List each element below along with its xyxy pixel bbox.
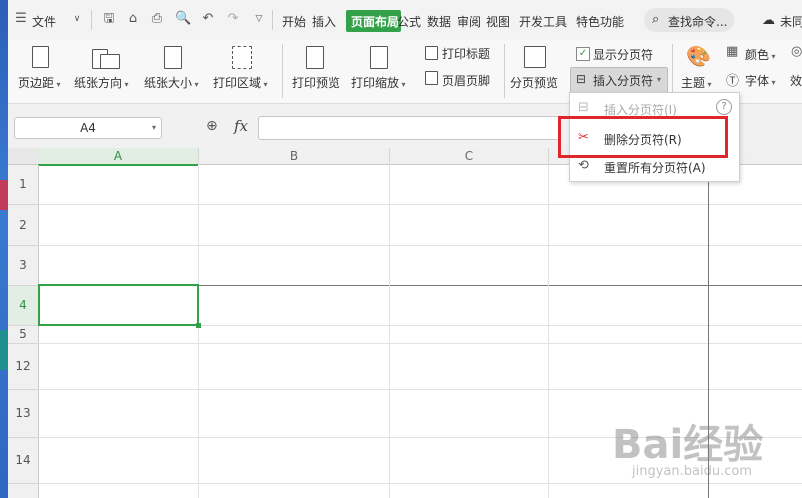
tab-insert[interactable]: 插入	[312, 13, 336, 30]
paper-size-button[interactable]: 纸张大小 ▾	[144, 74, 199, 91]
cloud-icon[interactable]: ☁	[762, 13, 775, 28]
print-preview-large-icon[interactable]	[306, 46, 324, 69]
row-header-5[interactable]: 5	[8, 326, 39, 344]
fonts-button[interactable]: 字体 ▾	[745, 72, 776, 89]
effects-button[interactable]: 效	[790, 72, 802, 89]
column-header-c[interactable]: C	[390, 148, 549, 165]
page-break-preview-icon[interactable]	[524, 46, 546, 68]
insert-page-break-icon: ⊟	[578, 100, 589, 115]
show-page-breaks-label: 显示分页符	[593, 48, 654, 62]
format-painter-icon[interactable]: ⌂	[126, 12, 140, 26]
select-all-corner[interactable]	[8, 148, 39, 165]
row-header-1[interactable]: 1	[8, 165, 39, 205]
page-break-preview-button[interactable]: 分页预览	[510, 74, 558, 91]
row-header-12[interactable]: 12	[8, 344, 39, 390]
command-search[interactable]: ⌕ 查找命令...	[644, 8, 734, 32]
print-preview-button[interactable]: 打印预览	[292, 74, 340, 91]
watermark-url: jingyan.baidu.com	[632, 464, 752, 479]
colors-button[interactable]: 颜色 ▾	[745, 46, 776, 63]
undo-icon[interactable]: ↶	[201, 12, 215, 26]
tab-view[interactable]: 视图	[486, 13, 510, 30]
desktop-background-strip	[0, 0, 8, 498]
print-titles-icon[interactable]	[425, 46, 438, 60]
tab-formulas[interactable]: 公式	[397, 13, 421, 30]
file-menu[interactable]: 文件	[32, 13, 56, 30]
header-footer-icon[interactable]	[425, 71, 438, 85]
font-icon[interactable]: Ⓣ	[726, 70, 739, 89]
tab-review[interactable]: 审阅	[457, 13, 481, 30]
save-icon[interactable]: 🖫	[102, 12, 116, 26]
row-header-13[interactable]: 13	[8, 390, 39, 438]
formula-input[interactable]	[258, 116, 560, 140]
theme-button[interactable]: 主题 ▾	[681, 74, 712, 91]
insert-page-break-button[interactable]: ⊟ 插入分页符 ▾	[570, 67, 668, 93]
chevron-down-icon: ▾	[151, 123, 156, 132]
column-header-a[interactable]: A	[38, 148, 199, 166]
orientation-button[interactable]: 纸张方向 ▾	[74, 74, 129, 91]
fill-handle[interactable]	[196, 323, 201, 328]
row-header-3[interactable]: 3	[8, 246, 39, 286]
selected-cell-a4[interactable]	[38, 284, 199, 326]
reset-page-breaks-icon: ⟲	[578, 158, 589, 173]
print-preview-icon[interactable]: 🔍	[175, 12, 191, 26]
row-header-2[interactable]: 2	[8, 205, 39, 246]
tab-page-layout[interactable]: 页面布局	[346, 10, 401, 32]
row-header-14[interactable]: 14	[8, 438, 39, 484]
menu-bar: ☰ 文件 ∨ 🖫 ⌂ ⎙ 🔍 ↶ ↷ ▽ 开始 插入 页面布局 公式 数据 审阅…	[8, 0, 802, 40]
tab-special-features[interactable]: 特色功能	[576, 13, 624, 30]
insert-page-break-label: 插入分页符	[593, 74, 654, 88]
orientation-icon-landscape	[100, 54, 120, 69]
search-icon: ⌕	[652, 12, 660, 27]
margins-button[interactable]: 页边距 ▾	[18, 74, 61, 91]
column-header-b[interactable]: B	[199, 148, 390, 165]
search-placeholder: 查找命令...	[668, 15, 728, 29]
print-scaling-icon[interactable]	[370, 46, 388, 69]
print-titles-button[interactable]: 打印标题	[442, 45, 490, 62]
row-header-4[interactable]: 4	[8, 286, 39, 326]
name-box[interactable]: A4 ▾	[14, 117, 162, 139]
help-icon[interactable]: ?	[716, 99, 732, 115]
tab-developer[interactable]: 开发工具	[519, 13, 567, 30]
show-page-breaks-checkbox[interactable]: ✓	[576, 47, 590, 61]
zoom-icon[interactable]: ⊕	[206, 118, 218, 134]
tab-page-layout-label: 页面布局	[351, 15, 400, 29]
hamburger-menu-icon[interactable]: ☰	[14, 12, 28, 26]
baidu-jingyan-watermark: Bai经验 jingyan.baidu.com	[612, 412, 802, 492]
print-scaling-button[interactable]: 打印缩放 ▾	[351, 74, 406, 91]
header-footer-button[interactable]: 页眉页脚	[442, 72, 490, 89]
chevron-down-icon[interactable]: ∨	[70, 12, 84, 26]
chevron-down-icon: ▾	[657, 75, 662, 84]
customize-toolbar-icon[interactable]: ▽	[252, 12, 266, 26]
redo-icon[interactable]: ↷	[226, 12, 240, 26]
paper-size-icon[interactable]	[164, 46, 182, 69]
row-header-15[interactable]	[8, 484, 39, 498]
tab-home[interactable]: 开始	[282, 13, 306, 30]
menu-item-reset-page-breaks-label: 重置所有分页符(A)	[604, 161, 706, 175]
palette-icon[interactable]: 🎨	[686, 44, 711, 68]
margins-icon[interactable]	[32, 46, 49, 68]
print-icon[interactable]: ⎙	[150, 12, 164, 26]
insert-function-button[interactable]: fx	[234, 117, 248, 135]
print-area-icon[interactable]	[232, 46, 252, 69]
name-box-value: A4	[80, 121, 96, 135]
print-area-button[interactable]: 打印区域 ▾	[213, 74, 268, 91]
highlight-annotation-box	[558, 116, 728, 158]
insert-page-break-icon: ⊟	[576, 72, 587, 86]
effects-icon[interactable]: ◎	[791, 44, 802, 59]
cloud-sync-label[interactable]: 未同	[780, 13, 802, 30]
tab-data[interactable]: 数据	[427, 13, 451, 30]
watermark-brand: Bai经验	[612, 422, 764, 468]
color-grid-icon[interactable]: ▦	[726, 44, 738, 59]
